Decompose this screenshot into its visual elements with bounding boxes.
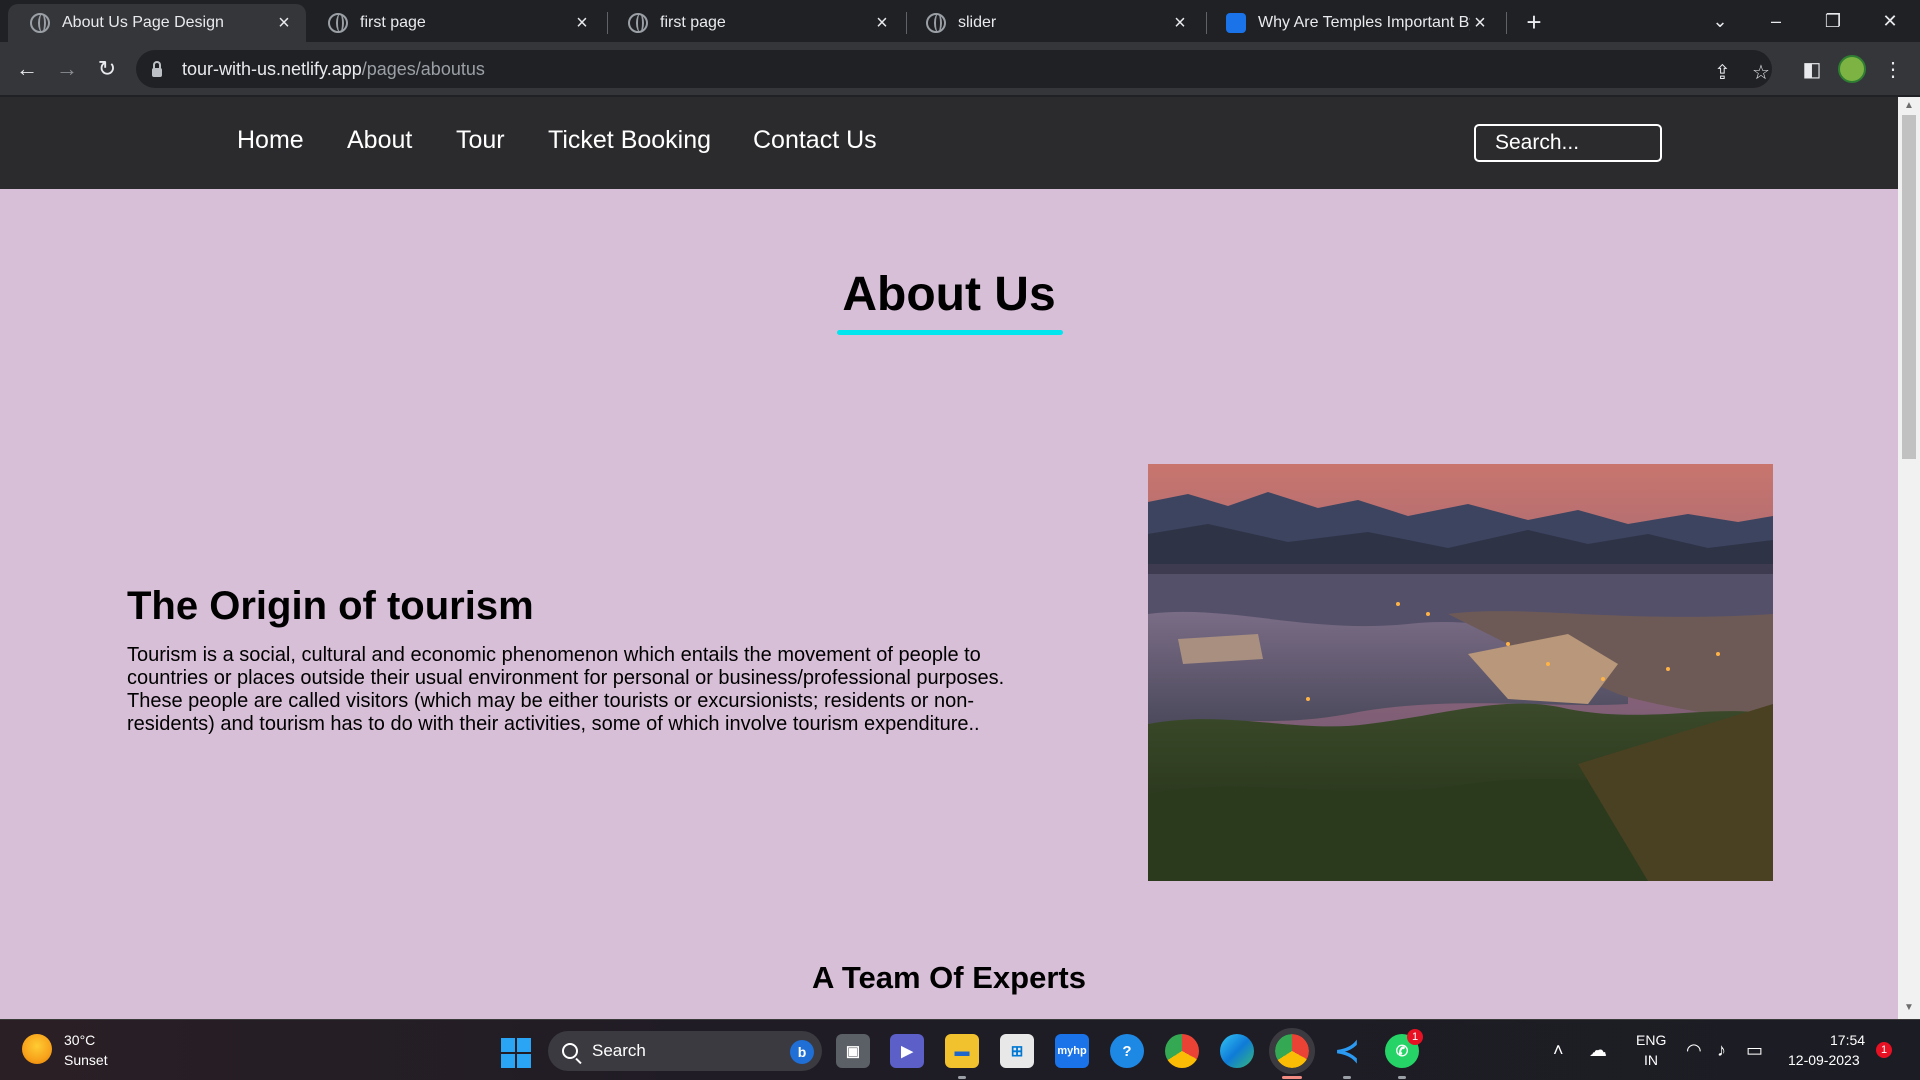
scrollbar-thumb[interactable]	[1902, 115, 1916, 459]
restore-button[interactable]: ❐	[1813, 6, 1853, 36]
nav-link-about[interactable]: About	[347, 126, 412, 155]
site-search-input[interactable]	[1474, 124, 1662, 162]
weather-sun-icon[interactable]	[22, 1034, 52, 1064]
tab-why-are-temples-important[interactable]: Why Are Temples Important By U ×	[1204, 4, 1502, 42]
url-domain: tour-with-us.netlify.app	[182, 58, 362, 79]
section-heading-team: A Team Of Experts	[812, 960, 1086, 995]
tab-title: first page	[360, 14, 426, 31]
chrome-active-icon[interactable]	[1269, 1028, 1315, 1074]
running-indicator	[1343, 1076, 1351, 1079]
weather-condition[interactable]: Sunset	[64, 1052, 108, 1068]
browser-tab-strip: About Us Page Design × first page × firs…	[0, 0, 1920, 42]
close-icon[interactable]: ×	[572, 12, 592, 34]
whatsapp-badge: 1	[1407, 1029, 1423, 1045]
windows-start-icon[interactable]	[501, 1038, 531, 1068]
chevron-up-icon[interactable]: ˄	[1553, 1040, 1564, 1061]
wifi-icon[interactable]: ◠	[1686, 1040, 1702, 1061]
globe-icon	[30, 13, 50, 33]
nav-link-tour[interactable]: Tour	[456, 126, 505, 155]
scroll-up-arrow-icon[interactable]: ▲	[1903, 101, 1915, 111]
url-text: tour-with-us.netlify.app/pages/aboutus	[182, 59, 485, 80]
language-indicator[interactable]: ENG	[1636, 1032, 1666, 1048]
close-window-button[interactable]: ✕	[1870, 6, 1910, 36]
tab-first-page-2[interactable]: first page ×	[606, 4, 904, 42]
section-heading-origin: The Origin of tourism	[127, 584, 534, 628]
notification-badge[interactable]: 1	[1876, 1042, 1892, 1058]
tab-title: first page	[660, 14, 726, 31]
new-tab-button[interactable]: +	[1520, 7, 1548, 37]
forward-arrow-icon[interactable]: →	[52, 54, 82, 84]
tab-title: slider	[958, 14, 997, 31]
city-lake-photo	[1148, 464, 1773, 881]
tab-about-us-page-design[interactable]: About Us Page Design ×	[8, 4, 306, 42]
clock-time[interactable]: 17:54	[1830, 1032, 1865, 1048]
scroll-down-arrow-icon[interactable]: ▼	[1903, 1003, 1915, 1013]
running-indicator	[958, 1076, 966, 1079]
nav-link-ticket-booking[interactable]: Ticket Booking	[548, 126, 711, 155]
tab-title: About Us Page Design	[62, 14, 224, 31]
help-icon[interactable]: ?	[1110, 1034, 1144, 1068]
close-icon[interactable]: ×	[1470, 12, 1490, 34]
reload-icon[interactable]: ↻	[92, 54, 122, 84]
address-bar[interactable]: tour-with-us.netlify.app/pages/aboutus ⇪…	[136, 50, 1772, 88]
site-navbar: Home About Tour Ticket Booking Contact U…	[0, 97, 1898, 189]
close-icon[interactable]: ×	[1170, 12, 1190, 34]
weather-temperature[interactable]: 30°C	[64, 1032, 95, 1048]
nav-link-contact-us[interactable]: Contact Us	[753, 126, 877, 155]
task-view-icon[interactable]: ▣	[836, 1034, 870, 1068]
side-panel-icon[interactable]: ◧	[1799, 56, 1825, 82]
globe-icon	[628, 13, 648, 33]
chrome-icon[interactable]	[1165, 1034, 1199, 1068]
browser-toolbar: ← → ↻ tour-with-us.netlify.app/pages/abo…	[0, 42, 1920, 96]
region-indicator[interactable]: IN	[1644, 1052, 1658, 1068]
file-explorer-icon[interactable]: ▬	[945, 1034, 979, 1068]
tab-search-chevron-icon[interactable]: ⌄	[1700, 6, 1740, 36]
taskbar-search-label: Search	[592, 1041, 646, 1060]
taskbar-search-box[interactable]: Search b	[548, 1031, 822, 1071]
edge-icon[interactable]	[1220, 1034, 1254, 1068]
vscode-icon[interactable]: ≺	[1330, 1034, 1364, 1068]
volume-icon[interactable]: ♪	[1717, 1040, 1726, 1061]
onedrive-cloud-icon[interactable]: ☁	[1589, 1040, 1607, 1061]
close-icon[interactable]: ×	[872, 12, 892, 34]
share-icon[interactable]: ⇪	[1714, 60, 1731, 85]
section-paragraph-origin: Tourism is a social, cultural and econom…	[127, 644, 1005, 735]
battery-icon[interactable]: ▭	[1746, 1040, 1763, 1061]
tab-slider[interactable]: slider ×	[904, 4, 1202, 42]
title-underline	[837, 330, 1063, 335]
globe-icon	[926, 13, 946, 33]
globe-icon	[328, 13, 348, 33]
page-title: About Us	[842, 268, 1056, 321]
page-scrollbar[interactable]: ▲ ▼	[1898, 97, 1920, 1019]
windows-taskbar: 30°C Sunset Search b ▣ ▶ ▬ ⊞ myhp ? ≺ ✆ …	[0, 1019, 1920, 1080]
shop-icon	[1226, 13, 1246, 33]
microsoft-store-icon[interactable]: ⊞	[1000, 1034, 1034, 1068]
running-indicator	[1398, 1076, 1406, 1079]
close-icon[interactable]: ×	[274, 12, 294, 34]
nav-link-home[interactable]: Home	[237, 126, 304, 155]
lock-icon[interactable]	[152, 60, 162, 77]
profile-avatar[interactable]	[1838, 55, 1866, 83]
url-path: /pages/aboutus	[361, 58, 485, 79]
bing-icon[interactable]: b	[790, 1040, 814, 1064]
clock-date[interactable]: 12-09-2023	[1788, 1052, 1860, 1068]
back-arrow-icon[interactable]: ←	[12, 54, 42, 84]
minimize-button[interactable]: –	[1756, 6, 1796, 36]
tab-title: Why Are Temples Important By U	[1258, 14, 1470, 31]
bookmark-star-icon[interactable]: ☆	[1752, 60, 1770, 85]
teams-chat-icon[interactable]: ▶	[890, 1034, 924, 1068]
active-indicator	[1282, 1076, 1302, 1079]
tab-first-page[interactable]: first page ×	[306, 4, 604, 42]
myhp-icon[interactable]: myhp	[1055, 1034, 1089, 1068]
search-icon	[562, 1043, 578, 1059]
page-viewport: Home About Tour Ticket Booking Contact U…	[0, 97, 1898, 1019]
menu-kebab-icon[interactable]: ⋮	[1880, 56, 1906, 82]
tab-separator	[1506, 12, 1507, 34]
